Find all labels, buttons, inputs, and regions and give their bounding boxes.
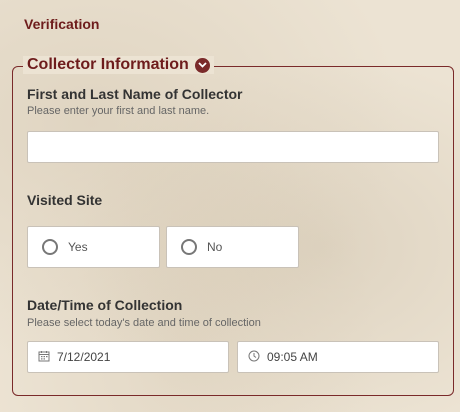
chevron-down-icon[interactable]: [194, 57, 210, 73]
collector-name-label: First and Last Name of Collector: [27, 86, 243, 102]
date-value: 7/12/2021: [57, 350, 111, 364]
time-value: 09:05 AM: [267, 350, 318, 364]
option-label: Yes: [68, 240, 88, 254]
visited-site-option-no[interactable]: No: [166, 226, 299, 268]
page-title: Verification: [24, 16, 100, 32]
radio-circle-icon[interactable]: [181, 239, 197, 255]
collector-name-input[interactable]: [27, 131, 439, 163]
group-header[interactable]: Collector Information: [23, 56, 214, 74]
collection-datetime-description: Please select today's date and time of c…: [27, 317, 261, 329]
collector-name-description: Please enter your first and last name.: [27, 105, 210, 117]
visited-site-label: Visited Site: [27, 192, 103, 208]
collection-time-input[interactable]: 09:05 AM: [237, 341, 439, 373]
visited-site-option-yes[interactable]: Yes: [27, 226, 160, 268]
clock-icon: [248, 350, 260, 365]
radio-circle-icon[interactable]: [42, 239, 58, 255]
calendar-icon: [38, 350, 50, 365]
collection-date-input[interactable]: 7/12/2021: [27, 341, 229, 373]
option-label: No: [207, 240, 223, 254]
collection-datetime-label: Date/Time of Collection: [27, 297, 183, 313]
group-title: Collector Information: [27, 56, 189, 73]
